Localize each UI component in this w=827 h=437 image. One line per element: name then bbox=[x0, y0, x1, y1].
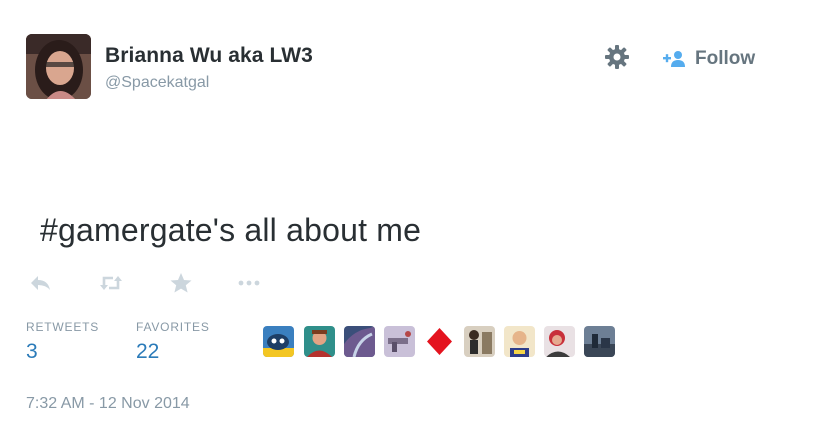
author-name[interactable]: Brianna Wu aka LW3 bbox=[105, 44, 313, 68]
retweets-stat[interactable]: RETWEETS 3 bbox=[26, 320, 99, 364]
favorite-icon[interactable] bbox=[168, 272, 194, 294]
tweet-timestamp[interactable]: 7:32 AM - 12 Nov 2014 bbox=[26, 395, 190, 413]
favoriter-avatar-8[interactable] bbox=[544, 326, 575, 357]
tweet-text: #gamergate's all about me bbox=[40, 212, 422, 248]
retweet-icon[interactable] bbox=[98, 272, 124, 294]
favorites-label: FAVORITES bbox=[136, 320, 210, 334]
favoriter-avatar-2[interactable] bbox=[304, 326, 335, 357]
favoriter-avatar-1[interactable] bbox=[263, 326, 294, 357]
favorites-count: 22 bbox=[136, 340, 160, 363]
favorites-stat[interactable]: FAVORITES 22 bbox=[136, 320, 210, 364]
favoriter-avatar-4[interactable] bbox=[384, 326, 415, 357]
retweets-count: 3 bbox=[26, 340, 38, 363]
retweets-label: RETWEETS bbox=[26, 320, 100, 334]
tweet-header: Brianna Wu aka LW3 @Spacekatgal Follow bbox=[26, 34, 801, 100]
gear-icon[interactable] bbox=[604, 44, 630, 70]
follow-button[interactable]: Follow bbox=[663, 46, 755, 72]
more-icon[interactable] bbox=[236, 272, 262, 294]
favoriter-avatar-9[interactable] bbox=[584, 326, 615, 357]
favoriter-avatar-7[interactable] bbox=[504, 326, 535, 357]
favoriter-avatar-5[interactable] bbox=[424, 326, 455, 357]
reply-icon[interactable] bbox=[28, 272, 54, 294]
author-handle[interactable]: @Spacekatgal bbox=[105, 74, 209, 92]
add-user-icon bbox=[663, 49, 687, 69]
favoriter-avatar-6[interactable] bbox=[464, 326, 495, 357]
author-avatar[interactable] bbox=[26, 34, 91, 99]
favoriter-avatar-3[interactable] bbox=[344, 326, 375, 357]
follow-label: Follow bbox=[695, 48, 756, 69]
